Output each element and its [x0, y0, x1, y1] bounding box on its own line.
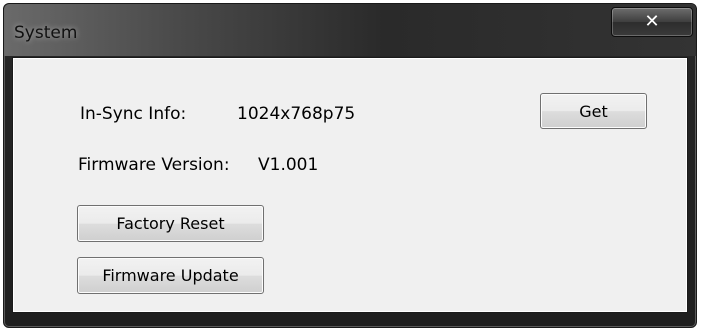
close-icon: ✕ — [644, 11, 660, 32]
insync-info-label: In-Sync Info: — [80, 104, 187, 124]
firmware-version-label: Firmware Version: — [78, 155, 230, 175]
firmware-version-value: V1.001 — [258, 155, 319, 175]
close-button[interactable]: ✕ — [611, 7, 693, 37]
factory-reset-button[interactable]: Factory Reset — [77, 205, 264, 242]
system-dialog: System ✕ In-Sync Info: 1024x768p75 Get F… — [3, 3, 697, 328]
window-title: System — [14, 23, 78, 43]
get-button[interactable]: Get — [540, 93, 647, 129]
dialog-body: In-Sync Info: 1024x768p75 Get Firmware V… — [12, 57, 688, 313]
insync-info-value: 1024x768p75 — [237, 104, 356, 124]
title-bar[interactable]: System ✕ — [4, 4, 696, 56]
firmware-update-button[interactable]: Firmware Update — [77, 257, 264, 294]
